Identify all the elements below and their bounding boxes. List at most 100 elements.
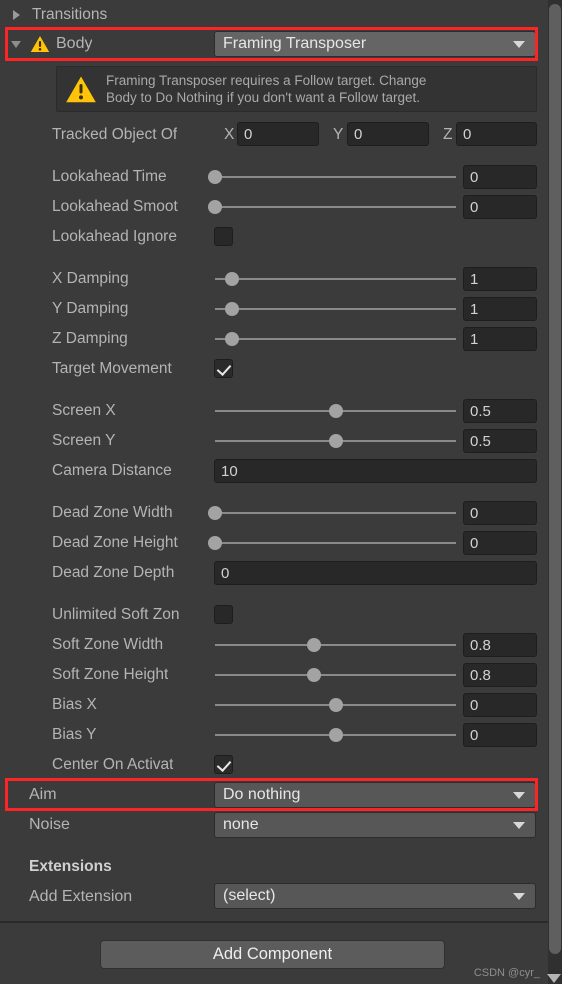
camera-distance-input[interactable]: 10 xyxy=(214,459,537,483)
warning-triangle-icon xyxy=(65,75,97,104)
lookahead-smoothing-slider-track xyxy=(215,206,456,208)
tracked-offset-z-input[interactable]: 0 xyxy=(456,122,537,146)
x-damping-input[interactable]: 1 xyxy=(463,267,537,291)
soft-zone-width-label: Soft Zone Width xyxy=(52,637,164,653)
lookahead-time-slider-track xyxy=(215,176,456,178)
x-damping-slider-track xyxy=(215,278,456,280)
screen-x-input[interactable]: 0.5 xyxy=(463,399,537,423)
dead-zone-width-input[interactable]: 0 xyxy=(463,501,537,525)
unlimited-soft-zone-label: Unlimited Soft Zon xyxy=(52,607,180,623)
z-damping-slider-thumb[interactable] xyxy=(224,332,239,346)
screen-x-label: Screen X xyxy=(52,403,116,419)
screen-y-slider[interactable] xyxy=(215,430,456,452)
x-damping-slider[interactable] xyxy=(215,268,456,290)
z-damping-slider-track xyxy=(215,338,456,340)
body-label: Body xyxy=(56,36,93,52)
z-damping-input[interactable]: 1 xyxy=(463,327,537,351)
soft-zone-width-slider[interactable] xyxy=(215,634,456,656)
property-row-lookahead-ignore-y: Lookahead Ignore xyxy=(0,222,548,252)
warning-message: Framing Transposer requires a Follow tar… xyxy=(106,73,427,105)
bias-y-slider-thumb[interactable] xyxy=(328,728,343,742)
vertical-scrollbar-track[interactable] xyxy=(548,0,562,984)
y-damping-slider-thumb[interactable] xyxy=(224,302,239,316)
bias-x-slider-thumb[interactable] xyxy=(328,698,343,712)
screen-x-slider-thumb[interactable] xyxy=(328,404,343,418)
warning-triangle-icon xyxy=(30,35,50,53)
unlimited-soft-zone-checkbox[interactable] xyxy=(214,605,233,624)
add-extension-dropdown-value: (select) xyxy=(223,887,276,904)
soft-zone-width-input[interactable]: 0.8 xyxy=(463,633,537,657)
add-component-button[interactable]: Add Component xyxy=(100,940,445,969)
lookahead-smoothing-slider-thumb[interactable] xyxy=(208,200,222,214)
lookahead-smoothing-slider[interactable] xyxy=(208,196,456,218)
tracked-offset-y-input[interactable]: 0 xyxy=(347,122,429,146)
lookahead-ignore-y-checkbox[interactable] xyxy=(214,227,233,246)
camera-distance-label: Camera Distance xyxy=(52,463,172,479)
transitions-label: Transitions xyxy=(32,7,108,23)
screen-y-slider-thumb[interactable] xyxy=(328,434,343,448)
screen-x-slider[interactable] xyxy=(215,400,456,422)
aim-dropdown-value: Do nothing xyxy=(223,786,301,803)
property-row-center-on-activate: Center On Activat xyxy=(0,750,548,780)
vertical-scrollbar-thumb[interactable] xyxy=(549,4,561,954)
dead-zone-width-slider[interactable] xyxy=(208,502,456,524)
add-extension-dropdown[interactable]: (select) xyxy=(214,883,536,909)
bias-x-slider[interactable] xyxy=(215,694,456,716)
x-damping-label: X Damping xyxy=(52,271,129,287)
lookahead-time-slider-thumb[interactable] xyxy=(208,170,222,184)
body-dropdown[interactable]: Framing Transposer xyxy=(214,31,536,57)
watermark-label: CSDN @cyr_ xyxy=(473,967,540,979)
soft-zone-height-input[interactable]: 0.8 xyxy=(463,663,537,687)
chevron-down-icon[interactable] xyxy=(10,37,24,51)
lookahead-time-slider[interactable] xyxy=(208,166,456,188)
aim-dropdown[interactable]: Do nothing xyxy=(214,782,536,808)
target-movement-only-checkbox[interactable] xyxy=(214,359,233,378)
dead-zone-width-slider-thumb[interactable] xyxy=(208,506,222,520)
lookahead-smoothing-input[interactable]: 0 xyxy=(463,195,537,219)
center-on-activate-label: Center On Activat xyxy=(52,757,174,773)
tracked-offset-x-input[interactable]: 0 xyxy=(237,122,319,146)
lookahead-ignore-y-label: Lookahead Ignore xyxy=(52,229,177,245)
lookahead-time-input[interactable]: 0 xyxy=(463,165,537,189)
bias-x-input[interactable]: 0 xyxy=(463,693,537,717)
property-row-target-movement-only: Target Movement xyxy=(0,354,548,384)
center-on-activate-checkbox[interactable] xyxy=(214,755,233,774)
x-damping-slider-thumb[interactable] xyxy=(224,272,239,286)
inspector-footer: Add Component CSDN @cyr_ xyxy=(0,922,548,984)
z-damping-slider[interactable] xyxy=(215,328,456,350)
soft-zone-width-slider-thumb[interactable] xyxy=(306,638,321,652)
dead-zone-height-input[interactable]: 0 xyxy=(463,531,537,555)
dead-zone-height-slider-thumb[interactable] xyxy=(208,536,222,550)
lookahead-smoothing-label: Lookahead Smoot xyxy=(52,199,178,215)
resize-grip-icon[interactable] xyxy=(547,974,561,983)
screen-y-label: Screen Y xyxy=(52,433,116,449)
y-damping-slider-track xyxy=(215,308,456,310)
bias-y-label: Bias Y xyxy=(52,727,97,743)
dead-zone-height-label: Dead Zone Height xyxy=(52,535,178,551)
screen-y-input[interactable]: 0.5 xyxy=(463,429,537,453)
chevron-down-icon xyxy=(513,892,525,900)
axis-label-x: X xyxy=(224,127,235,143)
noise-dropdown[interactable]: none xyxy=(214,812,536,838)
dead-zone-width-slider-track xyxy=(215,512,456,514)
noise-label: Noise xyxy=(29,817,70,833)
soft-zone-height-label: Soft Zone Height xyxy=(52,667,169,683)
foldout-transitions[interactable]: Transitions xyxy=(0,0,548,30)
lookahead-time-label: Lookahead Time xyxy=(52,169,167,185)
chevron-down-icon xyxy=(513,40,525,48)
dead-zone-height-slider-track xyxy=(215,542,456,544)
soft-zone-width-slider-track xyxy=(215,644,456,646)
y-damping-slider[interactable] xyxy=(215,298,456,320)
chevron-right-icon[interactable] xyxy=(10,8,24,22)
y-damping-input[interactable]: 1 xyxy=(463,297,537,321)
axis-label-y: Y xyxy=(333,127,344,143)
dead-zone-depth-input[interactable]: 0 xyxy=(214,561,537,585)
soft-zone-height-slider-thumb[interactable] xyxy=(306,668,321,682)
bias-y-slider[interactable] xyxy=(215,724,456,746)
dead-zone-height-slider[interactable] xyxy=(208,532,456,554)
add-extension-label: Add Extension xyxy=(29,889,133,905)
soft-zone-height-slider[interactable] xyxy=(215,664,456,686)
chevron-down-icon xyxy=(513,791,525,799)
warning-helpbox: Framing Transposer requires a Follow tar… xyxy=(56,66,537,112)
bias-y-input[interactable]: 0 xyxy=(463,723,537,747)
